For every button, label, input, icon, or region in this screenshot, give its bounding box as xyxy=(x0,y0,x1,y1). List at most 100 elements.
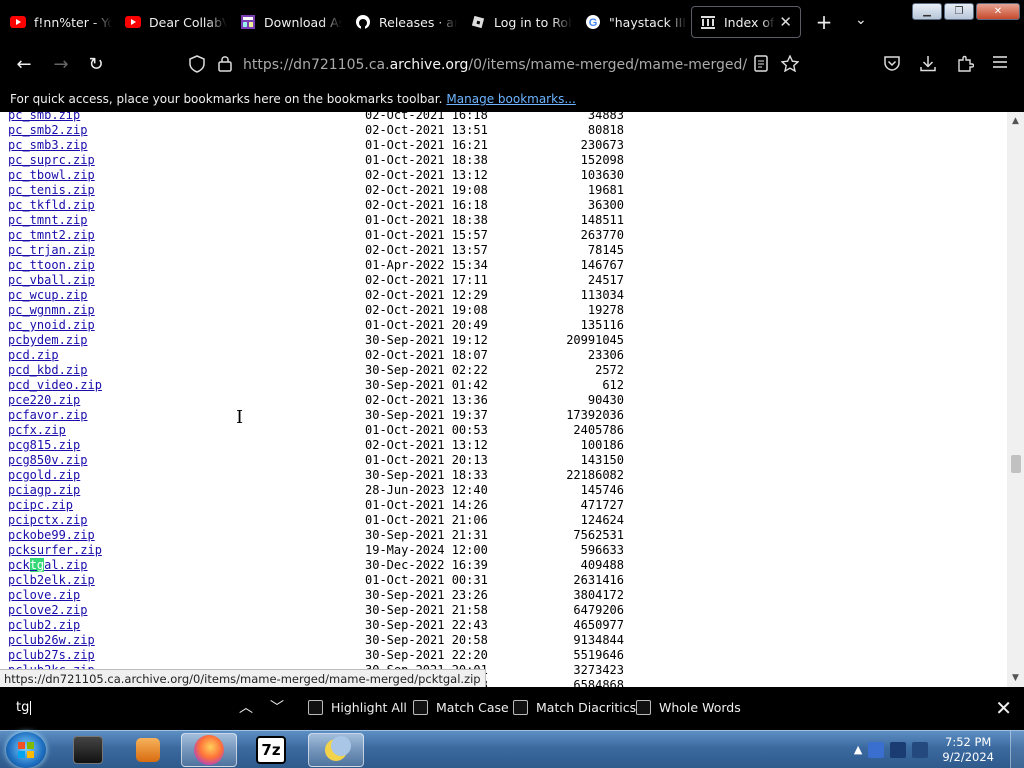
file-link[interactable]: pcg815.zip xyxy=(8,438,80,453)
reload-button[interactable]: ↻ xyxy=(85,54,107,76)
list-all-tabs-button[interactable]: ⌄ xyxy=(855,12,867,28)
close-tab-icon[interactable]: ✕ xyxy=(775,13,792,31)
find-next-icon[interactable]: ﹀ xyxy=(270,697,284,717)
file-link[interactable]: pc_wcup.zip xyxy=(8,288,87,303)
bookmark-star-icon[interactable] xyxy=(780,54,800,76)
file-link[interactable]: pcbydem.zip xyxy=(8,333,87,348)
whole-words-checkbox[interactable]: Whole Words xyxy=(636,700,741,715)
tab-github-releases[interactable]: Releases · archive xyxy=(355,6,457,38)
file-link[interactable]: pclub27s.zip xyxy=(8,648,95,663)
file-link[interactable]: pce220.zip xyxy=(8,393,80,408)
file-size: 230673 xyxy=(580,138,624,152)
file-link[interactable]: pcd_video.zip xyxy=(8,378,102,393)
file-date: 30-Dec-2022 16:39 xyxy=(365,558,488,572)
forward-button[interactable]: → xyxy=(50,54,72,76)
reader-view-icon[interactable] xyxy=(753,55,769,76)
tracking-protection-shield-icon[interactable] xyxy=(189,55,205,77)
file-link[interactable]: pc_ttoon.zip xyxy=(8,258,95,273)
file-size: 78145 xyxy=(587,243,624,257)
file-link[interactable]: pc_tmnt.zip xyxy=(8,213,87,228)
file-link[interactable]: pc_tbowl.zip xyxy=(8,168,95,183)
match-case-checkbox[interactable]: Match Case xyxy=(413,700,509,715)
file-date: 30-Sep-2021 21:31 xyxy=(365,528,488,542)
file-link[interactable]: pc_smb.zip xyxy=(8,112,80,123)
show-desktop-button[interactable] xyxy=(1010,731,1024,768)
file-date: 30-Sep-2021 18:33 xyxy=(365,468,488,482)
file-link[interactable]: pc_smb3.zip xyxy=(8,138,87,153)
file-row: pcd.zip 02-Oct-2021 18:07 23306 xyxy=(8,348,648,363)
app-menu-icon[interactable] xyxy=(992,55,1008,73)
taskbar-explorer[interactable] xyxy=(60,733,116,767)
firefox-icon xyxy=(194,735,224,765)
file-link[interactable]: pclove.zip xyxy=(8,588,80,603)
restore-button[interactable]: ❐ xyxy=(944,3,974,20)
file-link[interactable]: pckobe99.zip xyxy=(8,528,95,543)
back-button[interactable]: ← xyxy=(13,54,35,76)
close-window-button[interactable]: ✕ xyxy=(976,3,1020,20)
find-previous-icon[interactable]: ︿ xyxy=(239,697,253,717)
file-link[interactable]: pc_tenis.zip xyxy=(8,183,95,198)
find-query: tg xyxy=(16,700,30,715)
file-link[interactable]: pclub26w.zip xyxy=(8,633,95,648)
volume-icon[interactable] xyxy=(912,741,929,758)
taskbar-7zip[interactable]: 7z xyxy=(243,733,299,767)
address-bar[interactable]: https://dn721105.ca.archive.org/0/items/… xyxy=(243,57,747,73)
file-link[interactable]: pcfx.zip xyxy=(8,423,66,438)
find-input[interactable]: tg xyxy=(16,700,32,715)
file-link[interactable]: pcd_kbd.zip xyxy=(8,363,87,378)
start-button[interactable] xyxy=(6,732,46,768)
tab-download-assets[interactable]: Download Assets xyxy=(240,6,342,38)
page-content: pc_smb.zip 02-Oct-2021 16:18 34883 pc_smb2.… xyxy=(0,112,1024,687)
tab-google-haystack[interactable]: G "haystack III" xyxy=(585,6,687,38)
extensions-icon[interactable] xyxy=(956,55,975,77)
vertical-scrollbar[interactable]: ▲ ▼ xyxy=(1007,112,1024,687)
file-size: 3273423 xyxy=(573,663,624,677)
file-link[interactable]: pc_tmnt2.zip xyxy=(8,228,95,243)
file-link[interactable]: pcg850v.zip xyxy=(8,453,87,468)
tab-youtube-collabvm[interactable]: Dear CollabVM xyxy=(125,6,227,38)
manage-bookmarks-link[interactable]: Manage bookmarks... xyxy=(446,92,575,106)
show-hidden-icons-icon[interactable]: ▲ xyxy=(854,743,862,756)
file-link[interactable]: pcipctx.zip xyxy=(8,513,87,528)
taskbar-moon-app[interactable] xyxy=(308,733,364,767)
file-link[interactable]: pc_ynoid.zip xyxy=(8,318,95,333)
close-find-bar-icon[interactable]: ✕ xyxy=(995,696,1012,720)
youtube-icon xyxy=(10,14,26,30)
clock[interactable]: 7:52 PM 9/2/2024 xyxy=(942,735,994,765)
scroll-down-arrow-icon[interactable]: ▼ xyxy=(1007,671,1024,685)
file-link[interactable]: pclub2.zip xyxy=(8,618,80,633)
file-link[interactable]: pcksurfer.zip xyxy=(8,543,102,558)
minimize-button[interactable]: ▁ xyxy=(912,3,942,20)
file-link[interactable]: pc_wgnmn.zip xyxy=(8,303,95,318)
file-size: 135116 xyxy=(580,318,624,332)
scroll-up-arrow-icon[interactable]: ▲ xyxy=(1007,114,1024,128)
network-icon[interactable] xyxy=(890,741,907,758)
file-link[interactable]: pc_vball.zip xyxy=(8,273,95,288)
tab-youtube-finnster[interactable]: f!nn%ter - YouTube xyxy=(10,6,112,38)
file-link[interactable]: pc_trjan.zip xyxy=(8,243,95,258)
file-row: pc_wgnmn.zip 02-Oct-2021 19:08 19278 xyxy=(8,303,648,318)
taskbar-media-player[interactable] xyxy=(120,733,176,767)
file-link[interactable]: pciagp.zip xyxy=(8,483,80,498)
file-link[interactable]: pcktgal.zip xyxy=(8,558,88,573)
scrollbar-thumb[interactable] xyxy=(1011,455,1021,473)
highlight-all-checkbox[interactable]: Highlight All xyxy=(308,700,407,715)
pocket-icon[interactable] xyxy=(883,55,901,76)
taskbar-firefox[interactable] xyxy=(181,733,237,767)
file-link[interactable]: pclb2elk.zip xyxy=(8,573,95,588)
file-link[interactable]: pc_suprc.zip xyxy=(8,153,95,168)
new-tab-button[interactable]: + xyxy=(814,10,834,34)
lock-icon[interactable] xyxy=(218,55,232,76)
file-link[interactable]: pcipc.zip xyxy=(8,498,73,513)
file-link[interactable]: pc_tkfld.zip xyxy=(8,198,95,213)
file-link[interactable]: pc_smb2.zip xyxy=(8,123,87,138)
downloads-icon[interactable] xyxy=(919,55,937,76)
tab-index-of-mame-merged[interactable]: Index of mame-merged ✕ xyxy=(691,6,801,38)
tray-app-icon[interactable] xyxy=(868,741,885,758)
file-link[interactable]: pcfavor.zip xyxy=(8,408,87,423)
file-link[interactable]: pcd.zip xyxy=(8,348,59,363)
tab-roblox-login[interactable]: Log in to Roblox xyxy=(470,6,572,38)
file-link[interactable]: pclove2.zip xyxy=(8,603,87,618)
match-diacritics-checkbox[interactable]: Match Diacritics xyxy=(513,700,636,715)
file-link[interactable]: pcgold.zip xyxy=(8,468,80,483)
